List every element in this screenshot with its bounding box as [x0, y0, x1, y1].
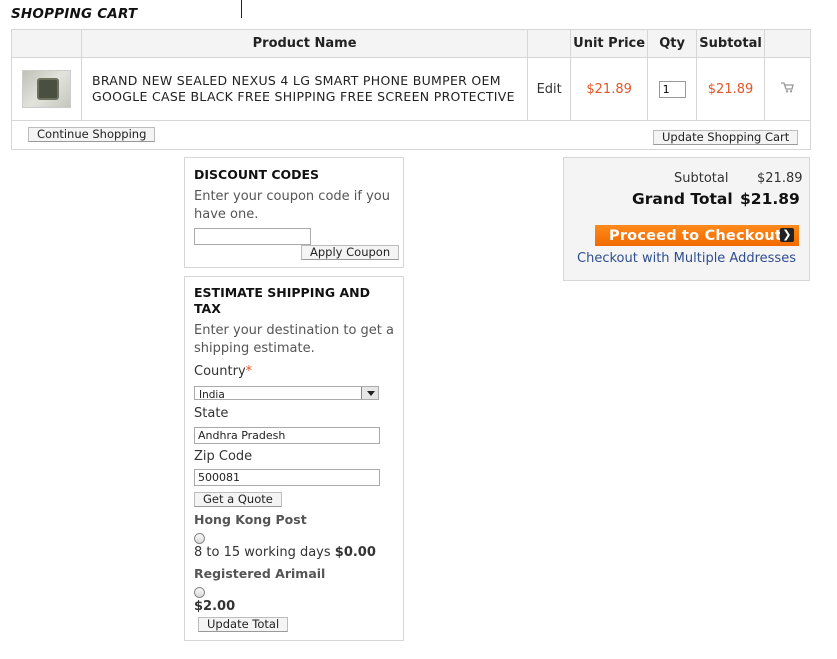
- cart-table: Product Name Unit Price Qty Subtotal BRA…: [11, 29, 811, 121]
- remove-item-cell: [764, 57, 811, 121]
- shipping-title: ESTIMATE SHIPPING AND TAX: [194, 285, 370, 316]
- continue-shopping-button[interactable]: Continue Shopping: [28, 127, 156, 142]
- grand-total-label: Grand Total: [632, 190, 733, 208]
- shipping-rate: $2.00: [194, 599, 235, 614]
- update-total-button[interactable]: Update Total: [198, 617, 289, 632]
- coupon-input[interactable]: [194, 228, 311, 245]
- shipping-rate-price: $2.00: [194, 599, 236, 614]
- discount-title: DISCOUNT CODES: [194, 167, 320, 182]
- proceed-to-checkout-button[interactable]: Proceed to Checkout ❯: [595, 225, 799, 246]
- shipping-rate-desc: 8 to 15 working days: [194, 545, 331, 560]
- remove-cart-icon[interactable]: [781, 82, 794, 93]
- country-label-text: Country: [194, 364, 246, 379]
- header-remove: [764, 29, 811, 58]
- chevron-right-icon: ❯: [780, 228, 794, 242]
- country-select[interactable]: India: [194, 386, 379, 400]
- apply-coupon-button[interactable]: Apply Coupon: [301, 245, 400, 260]
- header-edit: [527, 29, 572, 58]
- unit-price: $21.89: [570, 57, 649, 121]
- zip-label: Zip Code: [194, 449, 253, 464]
- table-row: BRAND NEW SEALED NEXUS 4 LG SMART PHONE …: [11, 57, 811, 121]
- state-label: State: [194, 406, 229, 421]
- qty-cell: [647, 57, 698, 121]
- header-qty: Qty: [647, 29, 698, 58]
- shipping-radio[interactable]: [194, 587, 205, 598]
- header-image: [11, 29, 82, 58]
- text-cursor: [241, 0, 242, 18]
- subtotal-value: $21.89: [757, 171, 803, 186]
- row-subtotal: $21.89: [696, 57, 766, 121]
- grand-total-value: $21.89: [740, 190, 800, 208]
- subtotal-label: Subtotal: [674, 171, 729, 186]
- required-mark: *: [245, 364, 253, 379]
- state-input[interactable]: [194, 427, 380, 444]
- edit-link[interactable]: Edit: [527, 57, 572, 121]
- shipping-carrier: Registered Arimail: [194, 566, 326, 581]
- multiple-addresses-link[interactable]: Checkout with Multiple Addresses: [577, 251, 796, 266]
- chevron-down-icon[interactable]: [361, 387, 378, 399]
- product-image[interactable]: [21, 70, 71, 108]
- page-title: SHOPPING CART: [11, 6, 138, 22]
- product-name-line[interactable]: GOOGLE CASE BLACK FREE SHIPPING FREE SCR…: [92, 89, 517, 105]
- header-unit-price: Unit Price: [570, 29, 649, 58]
- discount-text: Enter your coupon code if you have one.: [194, 189, 390, 222]
- shipping-rate: 8 to 15 working days $0.00: [194, 545, 376, 560]
- cart-header-row: Product Name Unit Price Qty Subtotal: [11, 29, 811, 58]
- product-name-line[interactable]: BRAND NEW SEALED NEXUS 4 LG SMART PHONE …: [92, 73, 517, 89]
- shipping-radio[interactable]: [194, 533, 205, 544]
- checkout-label: Proceed to Checkout: [609, 228, 783, 244]
- shipping-text: Enter your destination to get a shipping…: [194, 323, 394, 356]
- qty-input[interactable]: [658, 80, 686, 98]
- shipping-carrier: Hong Kong Post: [194, 512, 307, 527]
- shipping-rate-price: $0.00: [334, 545, 376, 560]
- product-image-cell: [11, 57, 82, 121]
- get-quote-button[interactable]: Get a Quote: [194, 492, 282, 507]
- product-name[interactable]: BRAND NEW SEALED NEXUS 4 LG SMART PHONE …: [80, 57, 529, 121]
- phone-icon: [36, 78, 59, 100]
- header-product-name: Product Name: [80, 29, 529, 58]
- country-label: Country*: [194, 364, 252, 379]
- zip-input[interactable]: [194, 469, 380, 486]
- update-cart-button[interactable]: Update Shopping Cart: [653, 130, 799, 145]
- country-select-value: India: [199, 389, 225, 400]
- header-subtotal: Subtotal: [696, 29, 766, 58]
